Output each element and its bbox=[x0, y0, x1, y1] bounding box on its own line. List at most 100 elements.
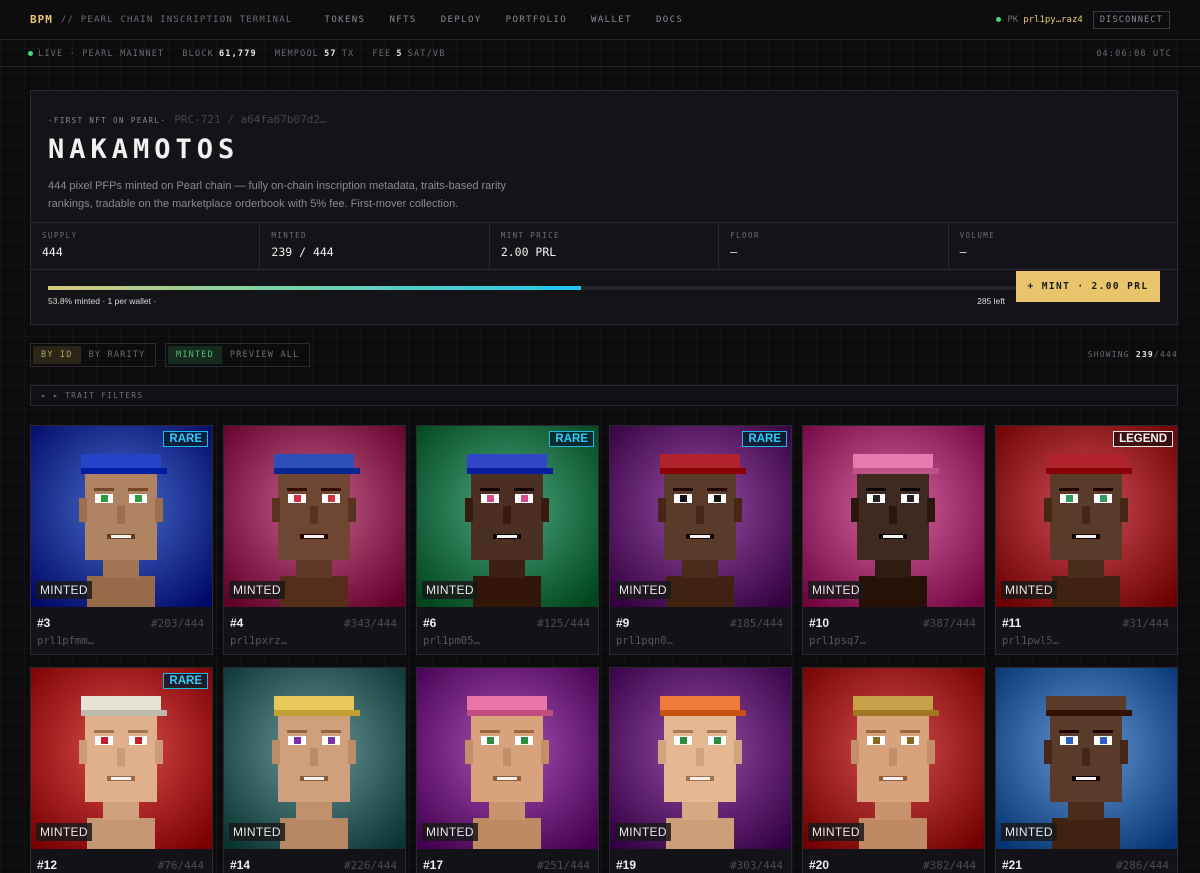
stat-value: 239 / 444 bbox=[271, 245, 334, 259]
sort-by-rarity-button[interactable]: BY RARITY bbox=[81, 346, 154, 364]
portrait-ear bbox=[465, 498, 473, 522]
remaining-count: 285 left bbox=[977, 296, 1005, 306]
brand-subtitle: // PEARL CHAIN INSCRIPTION TERMINAL bbox=[60, 14, 293, 25]
nft-card[interactable]: MINTED #20 #382/444 bbox=[802, 667, 985, 873]
nft-card[interactable]: MINTED #19 #303/444 bbox=[609, 667, 792, 873]
brand-logo[interactable]: BPM bbox=[30, 13, 53, 26]
nft-artwork bbox=[224, 668, 405, 849]
token-id: #20 bbox=[809, 858, 830, 872]
portrait-ear bbox=[1044, 740, 1052, 764]
minted-badge: MINTED bbox=[1001, 581, 1057, 599]
portrait-pupil bbox=[1066, 495, 1073, 502]
collection-title: NAKAMOTOS bbox=[48, 134, 240, 165]
portrait-ear bbox=[348, 498, 356, 522]
nft-grid: RARE MINTED #3 #203/444 prl1pfmm… MINTED #4 #34… bbox=[30, 425, 1178, 873]
minted-badge: MINTED bbox=[615, 581, 671, 599]
view-minted-button[interactable]: MINTED bbox=[168, 346, 222, 364]
portrait-nose bbox=[503, 506, 511, 524]
minted-badge: MINTED bbox=[615, 823, 671, 841]
nav-link-tokens[interactable]: TOKENS bbox=[325, 15, 366, 25]
nft-card[interactable]: MINTED #14 #226/444 bbox=[223, 667, 406, 873]
nft-card[interactable]: MINTED #4 #343/444 prl1pxrz… bbox=[223, 425, 406, 655]
owner-address: prl1psq7… bbox=[809, 635, 866, 647]
portrait-pupil bbox=[521, 737, 528, 744]
portrait-hat-brim bbox=[81, 468, 167, 474]
portrait-ear bbox=[658, 498, 666, 522]
nft-card[interactable]: LEGEND MINTED #11 #31/444 prl1pwl5… bbox=[995, 425, 1178, 655]
nav-link-deploy[interactable]: DEPLOY bbox=[441, 15, 482, 25]
view-toggle: MINTED PREVIEW ALL bbox=[165, 343, 311, 367]
rarity-badge: RARE bbox=[163, 673, 208, 689]
mint-button[interactable]: + MINT · 2.00 PRL bbox=[1016, 271, 1160, 302]
wallet-address[interactable]: prl1py…raz4 bbox=[1023, 15, 1083, 25]
portrait-pupil bbox=[1066, 737, 1073, 744]
rarity-badge: RARE bbox=[163, 431, 208, 447]
pixel-portrait bbox=[610, 426, 791, 607]
portrait-ear bbox=[79, 740, 87, 764]
portrait-body bbox=[859, 818, 927, 849]
portrait-hat-brim bbox=[467, 468, 553, 474]
portrait-brow bbox=[1059, 488, 1079, 491]
nft-card[interactable]: RARE MINTED #9 #185/444 prl1pqn0… bbox=[609, 425, 792, 655]
portrait-body bbox=[87, 576, 155, 607]
portrait-pupil bbox=[907, 495, 914, 502]
nav-link-docs[interactable]: DOCS bbox=[656, 15, 683, 25]
owner-address: prl1pwl5… bbox=[1002, 635, 1059, 647]
portrait-ear bbox=[1120, 740, 1128, 764]
nft-card[interactable]: MINTED #17 #251/444 bbox=[416, 667, 599, 873]
nft-card[interactable]: RARE MINTED #3 #203/444 prl1pfmm… bbox=[30, 425, 213, 655]
portrait-body bbox=[859, 576, 927, 607]
contract-id[interactable]: PRC-721 / a64fa67b07d2… bbox=[174, 113, 326, 126]
portrait-teeth bbox=[304, 535, 324, 538]
portrait-ear bbox=[272, 498, 280, 522]
stat-label: VOLUME bbox=[959, 231, 996, 240]
sort-by-id-button[interactable]: BY ID bbox=[33, 346, 81, 364]
pixel-portrait bbox=[417, 668, 598, 849]
eyebrow-label: ·FIRST NFT ON PEARL· bbox=[48, 116, 167, 125]
token-id: #17 bbox=[423, 858, 444, 872]
view-preview-all-button[interactable]: PREVIEW ALL bbox=[222, 346, 308, 364]
wallet-status: PK prl1py…raz4 DISCONNECT bbox=[996, 10, 1170, 29]
portrait-nose bbox=[1082, 748, 1090, 766]
portrait-body bbox=[87, 818, 155, 849]
trait-filters-toggle[interactable]: ▸ ▸ TRAIT FILTERS bbox=[30, 385, 1178, 406]
portrait-nose bbox=[310, 748, 318, 766]
portrait-body bbox=[280, 576, 348, 607]
portrait-ear bbox=[927, 740, 935, 764]
token-id: #10 bbox=[809, 616, 830, 630]
rarity-rank: #251/444 bbox=[537, 859, 590, 872]
nav-link-wallet[interactable]: WALLET bbox=[591, 15, 632, 25]
portrait-brow bbox=[673, 488, 693, 491]
nav-link-nfts[interactable]: NFTS bbox=[389, 15, 416, 25]
portrait-ear bbox=[734, 740, 742, 764]
portrait-nose bbox=[1082, 506, 1090, 524]
portrait-hat-brim bbox=[853, 710, 939, 716]
stat-value: — bbox=[730, 245, 738, 259]
nft-card[interactable]: RARE MINTED #6 #125/444 prl1pm05… bbox=[416, 425, 599, 655]
portrait-pupil bbox=[714, 737, 721, 744]
rarity-rank: #387/444 bbox=[923, 617, 976, 630]
stat-floor: FLOOR — bbox=[719, 223, 949, 269]
portrait-teeth bbox=[497, 535, 517, 538]
portrait-pupil bbox=[487, 737, 494, 744]
nav-link-portfolio[interactable]: PORTFOLIO bbox=[506, 15, 567, 25]
portrait-pupil bbox=[1100, 495, 1107, 502]
block-height: 61,779 bbox=[218, 48, 257, 59]
portrait-pupil bbox=[680, 495, 687, 502]
portrait-ear bbox=[1120, 498, 1128, 522]
minted-badge: MINTED bbox=[422, 581, 478, 599]
rarity-rank: #303/444 bbox=[730, 859, 783, 872]
pixel-portrait bbox=[417, 426, 598, 607]
nft-artwork bbox=[996, 426, 1177, 607]
portrait-pupil bbox=[680, 737, 687, 744]
nft-card[interactable]: MINTED #21 #286/444 bbox=[995, 667, 1178, 873]
disconnect-button[interactable]: DISCONNECT bbox=[1092, 10, 1170, 29]
token-id: #6 bbox=[423, 616, 437, 630]
nft-card[interactable]: RARE MINTED #12 #76/444 bbox=[30, 667, 213, 873]
portrait-pupil bbox=[521, 495, 528, 502]
nft-card[interactable]: MINTED #10 #387/444 prl1psq7… bbox=[802, 425, 985, 655]
minted-badge: MINTED bbox=[1001, 823, 1057, 841]
stat-value: 444 bbox=[42, 245, 63, 259]
stat-label: MINT PRICE bbox=[500, 231, 560, 240]
pixel-portrait bbox=[31, 668, 212, 849]
